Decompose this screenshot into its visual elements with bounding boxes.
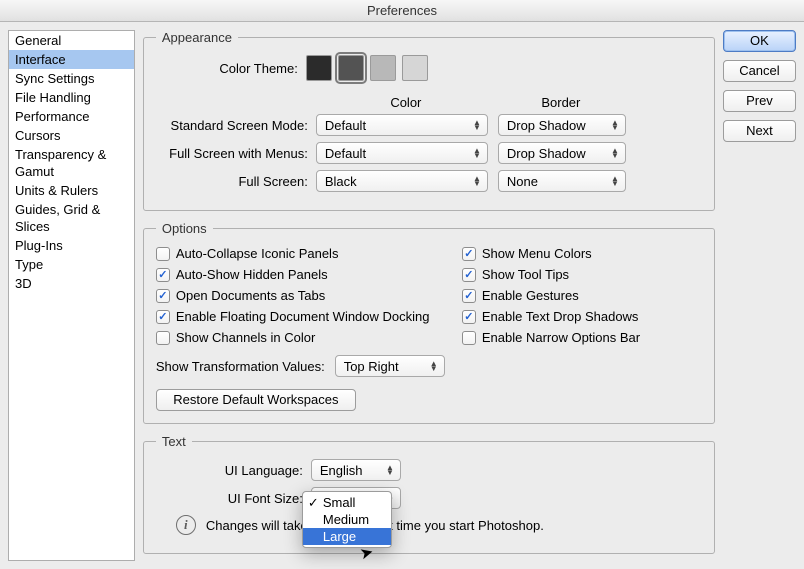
- font-size-popup-menu[interactable]: ✓SmallMediumLarge: [302, 491, 392, 548]
- checkbox-icon: ✓: [156, 289, 170, 303]
- main-panel: Appearance Color Theme: Color Border Sta…: [143, 30, 715, 561]
- color-theme-swatch-0[interactable]: [306, 55, 332, 81]
- checkbox-icon: [462, 331, 476, 345]
- option-enable-gestures[interactable]: ✓Enable Gestures: [462, 288, 702, 303]
- screen-mode-border-dropdown-0[interactable]: Drop Shadow▲▼: [498, 114, 626, 136]
- color-theme-swatch-1[interactable]: [338, 55, 364, 81]
- option-auto-show-hidden[interactable]: ✓Auto-Show Hidden Panels: [156, 267, 456, 282]
- text-group: Text UI Language: English ▲▼ UI Font Siz…: [143, 434, 715, 554]
- cancel-button[interactable]: Cancel: [723, 60, 796, 82]
- chevron-updown-icon: ▲▼: [430, 361, 438, 371]
- category-sidebar: GeneralInterfaceSync SettingsFile Handli…: [8, 30, 135, 561]
- transform-values-label: Show Transformation Values:: [156, 359, 325, 374]
- border-column-header: Border: [496, 95, 626, 110]
- chevron-updown-icon: ▲▼: [611, 148, 619, 158]
- option-open-docs-tabs[interactable]: ✓Open Documents as Tabs: [156, 288, 456, 303]
- info-icon: i: [176, 515, 196, 535]
- option-narrow-options[interactable]: Enable Narrow Options Bar: [462, 330, 702, 345]
- option-auto-collapse[interactable]: Auto-Collapse Iconic Panels: [156, 246, 456, 261]
- sidebar-item-performance[interactable]: Performance: [9, 107, 134, 126]
- next-button[interactable]: Next: [723, 120, 796, 142]
- option-floating-dock[interactable]: ✓Enable Floating Document Window Docking: [156, 309, 456, 324]
- sidebar-item-sync-settings[interactable]: Sync Settings: [9, 69, 134, 88]
- color-theme-swatch-2[interactable]: [370, 55, 396, 81]
- chevron-updown-icon: ▲▼: [611, 176, 619, 186]
- color-column-header: Color: [316, 95, 496, 110]
- sidebar-item-type[interactable]: Type: [9, 255, 134, 274]
- color-theme-swatches: [306, 55, 428, 81]
- screen-mode-label-0: Standard Screen Mode:: [156, 118, 316, 133]
- option-show-menu-colors[interactable]: ✓Show Menu Colors: [462, 246, 702, 261]
- chevron-updown-icon: ▲▼: [473, 148, 481, 158]
- sidebar-item-3d[interactable]: 3D: [9, 274, 134, 293]
- check-icon: ✓: [308, 495, 319, 511]
- restore-workspaces-button[interactable]: Restore Default Workspaces: [156, 389, 356, 411]
- sidebar-item-file-handling[interactable]: File Handling: [9, 88, 134, 107]
- checkbox-icon: ✓: [462, 289, 476, 303]
- checkbox-icon: ✓: [462, 310, 476, 324]
- window-title: Preferences: [367, 3, 437, 18]
- ok-button[interactable]: OK: [723, 30, 796, 52]
- screen-mode-label-1: Full Screen with Menus:: [156, 146, 316, 161]
- font-size-option-small[interactable]: ✓Small: [303, 494, 391, 511]
- dialog-buttons: OK Cancel Prev Next: [723, 30, 796, 561]
- screen-mode-color-dropdown-0[interactable]: Default▲▼: [316, 114, 488, 136]
- color-theme-label: Color Theme:: [156, 61, 306, 76]
- sidebar-item-guides-grid-slices[interactable]: Guides, Grid & Slices: [9, 200, 134, 236]
- prev-button[interactable]: Prev: [723, 90, 796, 112]
- transform-values-dropdown[interactable]: Top Right ▲▼: [335, 355, 445, 377]
- chevron-updown-icon: ▲▼: [386, 465, 394, 475]
- options-legend: Options: [156, 221, 213, 236]
- checkbox-icon: ✓: [156, 310, 170, 324]
- text-legend: Text: [156, 434, 192, 449]
- appearance-group: Appearance Color Theme: Color Border Sta…: [143, 30, 715, 211]
- sidebar-item-cursors[interactable]: Cursors: [9, 126, 134, 145]
- option-channels-color[interactable]: Show Channels in Color: [156, 330, 456, 345]
- chevron-updown-icon: ▲▼: [611, 120, 619, 130]
- font-size-option-large[interactable]: Large: [303, 528, 391, 545]
- checkbox-icon: ✓: [156, 268, 170, 282]
- sidebar-item-plug-ins[interactable]: Plug-Ins: [9, 236, 134, 255]
- sidebar-item-interface[interactable]: Interface: [9, 50, 134, 69]
- checkbox-icon: ✓: [462, 247, 476, 261]
- chevron-updown-icon: ▲▼: [473, 176, 481, 186]
- options-group: Options Auto-Collapse Iconic Panels✓Show…: [143, 221, 715, 424]
- screen-mode-border-dropdown-1[interactable]: Drop Shadow▲▼: [498, 142, 626, 164]
- checkbox-icon: [156, 247, 170, 261]
- appearance-legend: Appearance: [156, 30, 238, 45]
- screen-mode-color-dropdown-2[interactable]: Black▲▼: [316, 170, 488, 192]
- window-titlebar: Preferences: [0, 0, 804, 22]
- sidebar-item-units-rulers[interactable]: Units & Rulers: [9, 181, 134, 200]
- sidebar-item-general[interactable]: General: [9, 31, 134, 50]
- option-show-tooltips[interactable]: ✓Show Tool Tips: [462, 267, 702, 282]
- option-text-drop-shadows[interactable]: ✓Enable Text Drop Shadows: [462, 309, 702, 324]
- ui-font-size-label: UI Font Size:: [156, 491, 311, 506]
- color-theme-swatch-3[interactable]: [402, 55, 428, 81]
- ui-language-dropdown[interactable]: English ▲▼: [311, 459, 401, 481]
- font-size-option-medium[interactable]: Medium: [303, 511, 391, 528]
- chevron-updown-icon: ▲▼: [473, 120, 481, 130]
- checkbox-icon: ✓: [462, 268, 476, 282]
- sidebar-item-transparency-gamut[interactable]: Transparency & Gamut: [9, 145, 134, 181]
- checkbox-icon: [156, 331, 170, 345]
- screen-mode-color-dropdown-1[interactable]: Default▲▼: [316, 142, 488, 164]
- screen-mode-border-dropdown-2[interactable]: None▲▼: [498, 170, 626, 192]
- ui-language-label: UI Language:: [156, 463, 311, 478]
- screen-mode-label-2: Full Screen:: [156, 174, 316, 189]
